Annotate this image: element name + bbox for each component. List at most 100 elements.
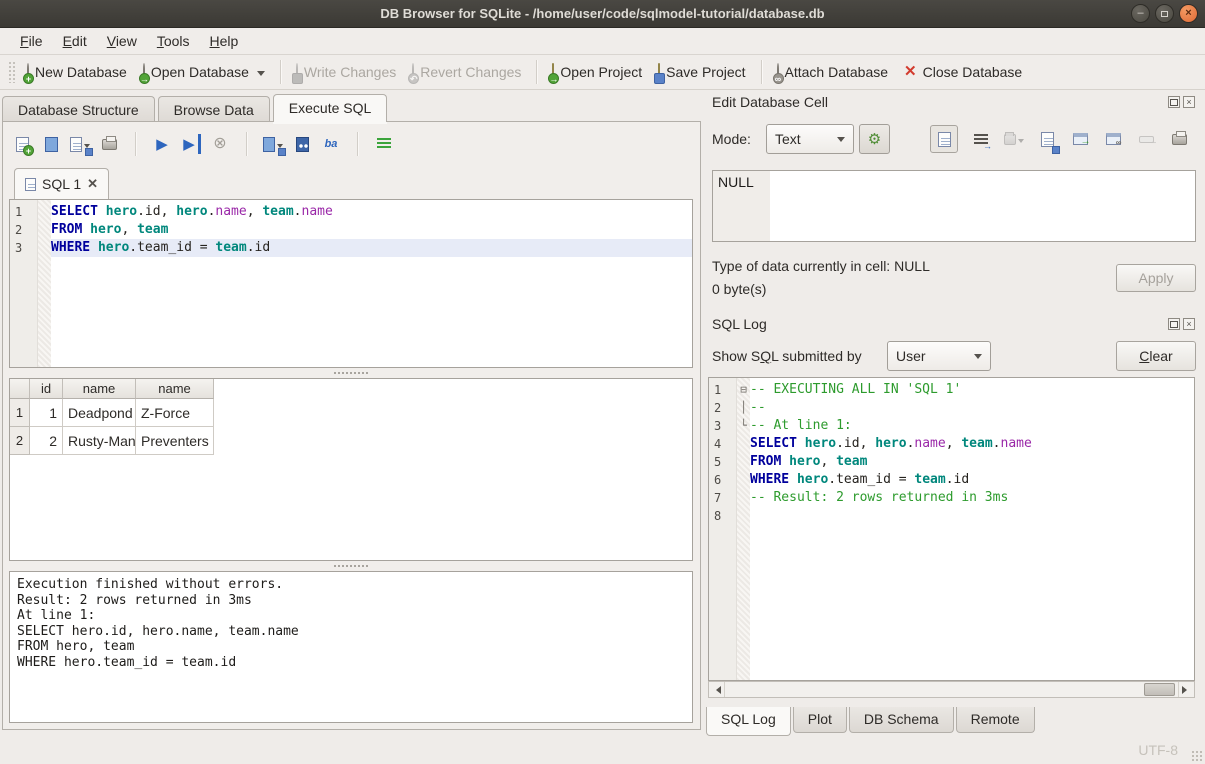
set-null-icon[interactable] [1136,126,1156,152]
copy-link-icon[interactable]: ∞ [1103,126,1123,152]
status-line: FROM hero, team [17,639,685,655]
execution-status-output[interactable]: Execution finished without errors. Resul… [9,571,693,723]
dock-float-icon[interactable] [1168,318,1180,330]
save-as-icon[interactable] [1037,126,1057,152]
sql-log-output[interactable]: 1⊟-- EXECUTING ALL IN 'SQL 1'2│--3└-- At… [708,377,1195,681]
print-icon[interactable] [99,134,119,154]
save-project-button[interactable]: Save Project [650,59,753,85]
code-line[interactable]: 1⊟-- EXECUTING ALL IN 'SQL 1' [709,381,1194,399]
tab-database-structure[interactable]: Database Structure [2,96,155,122]
sql-log-filter-label: Show SQL submitted by [712,348,862,364]
tab-plot[interactable]: Plot [793,707,847,733]
code-line[interactable]: 3WHERE hero.team_id = team.id [10,239,692,257]
scrollbar-thumb[interactable] [1144,683,1175,696]
sql-editor[interactable]: 1SELECT hero.id, hero.name, team.name2FR… [9,199,693,368]
code-line[interactable]: 6WHERE hero.team_id = team.id [709,471,1194,489]
titlebar[interactable]: DB Browser for SQLite - /home/user/code/… [0,0,1205,28]
code-line[interactable]: 7-- Result: 2 rows returned in 3ms [709,489,1194,507]
execute-all-icon[interactable]: ▶ [152,134,172,154]
minimize-button[interactable]: – [1131,4,1150,23]
menu-help[interactable]: Help [200,30,249,52]
code-line[interactable]: 5FROM hero, team [709,453,1194,471]
find-icon[interactable] [292,134,312,154]
save-sql-file-icon[interactable] [70,134,90,154]
close-database-button[interactable]: ✕ Close Database [896,59,1030,85]
menu-view[interactable]: View [97,30,147,52]
grid-cell[interactable]: 2 [30,427,63,455]
import-data-icon[interactable] [1004,126,1024,152]
mode-select[interactable]: Text [766,124,854,154]
scroll-right-arrow[interactable] [1178,682,1194,697]
code-line[interactable]: 8 [709,507,1194,525]
grid-cell[interactable]: 1 [30,399,63,427]
open-external-icon[interactable]: → [1070,126,1090,152]
new-database-button[interactable]: + New Database [19,59,135,85]
table-row[interactable]: 1 1 Deadpond Z-Force [10,399,692,427]
grid-column-header[interactable]: name [63,379,136,399]
word-wrap-icon[interactable] [971,126,991,152]
splitter-handle[interactable] [9,368,693,377]
write-changes-button[interactable]: Write Changes [288,59,404,85]
cell-value-editor[interactable]: NULL [712,170,1196,242]
text-mode-icon[interactable] [930,125,958,153]
dock-float-icon[interactable] [1168,96,1180,108]
sql-1-tab[interactable]: SQL 1 ✕ [14,168,109,199]
status-line: Execution finished without errors. [17,577,685,593]
grid-cell[interactable]: Deadpond [63,399,136,427]
cell-size-text: 0 byte(s) [712,281,766,297]
sql-log-filter-select[interactable]: User [887,341,991,371]
database-open-icon: → [143,64,145,80]
auto-mode-button[interactable]: ⚙ [859,124,890,154]
close-button[interactable]: × [1179,4,1198,23]
open-database-dropdown-icon[interactable] [257,71,265,80]
open-tab-icon[interactable]: + [12,134,32,154]
print-icon[interactable] [1169,126,1189,152]
splitter-handle[interactable] [9,561,693,570]
clear-button[interactable]: Clear [1116,341,1196,371]
scroll-left-arrow[interactable] [709,682,725,697]
horizontal-scrollbar[interactable] [708,681,1195,698]
apply-button[interactable]: Apply [1116,264,1196,292]
menu-tools[interactable]: Tools [147,30,200,52]
stop-icon[interactable]: ⊗ [210,134,230,154]
open-project-button[interactable]: → Open Project [544,59,650,85]
dock-close-icon[interactable]: × [1183,96,1195,108]
grid-corner[interactable] [10,379,30,399]
table-row[interactable]: 2 2 Rusty-Man Preventers [10,427,692,455]
execute-current-line-icon[interactable]: ▶ [181,134,201,154]
results-grid[interactable]: id name name 1 1 Deadpond Z-Force 2 2 Ru… [9,378,693,561]
grid-cell[interactable]: Rusty-Man [63,427,136,455]
open-database-button[interactable]: → Open Database [135,59,273,85]
find-replace-icon[interactable]: ba [321,134,341,154]
menu-edit[interactable]: Edit [53,30,97,52]
row-header[interactable]: 1 [10,399,30,427]
grid-cell[interactable]: Preventers [136,427,214,455]
revert-changes-button[interactable]: ↶ Revert Changes [404,59,529,85]
toolbar-separator [246,132,247,156]
toolbar-grip[interactable] [8,61,15,83]
open-sql-file-icon[interactable] [41,134,61,154]
row-header[interactable]: 2 [10,427,30,455]
tab-execute-sql[interactable]: Execute SQL [273,94,388,122]
grid-column-header[interactable]: name [136,379,214,399]
format-sql-icon[interactable] [374,134,394,154]
grid-column-header[interactable]: id [30,379,63,399]
maximize-button[interactable] [1155,4,1174,23]
dock-close-icon[interactable]: × [1183,318,1195,330]
tab-browse-data[interactable]: Browse Data [158,96,270,122]
code-line[interactable]: 4SELECT hero.id, hero.name, team.name [709,435,1194,453]
code-line[interactable]: 2FROM hero, team [10,221,692,239]
save-results-icon[interactable] [263,134,283,154]
close-tab-icon[interactable]: ✕ [87,176,98,192]
code-line[interactable]: 3└-- At line 1: [709,417,1194,435]
database-save-icon [296,64,298,80]
tab-sql-log[interactable]: SQL Log [706,707,791,736]
code-line[interactable]: 2│-- [709,399,1194,417]
tab-remote[interactable]: Remote [956,707,1035,733]
tab-db-schema[interactable]: DB Schema [849,707,954,733]
code-line[interactable]: 1SELECT hero.id, hero.name, team.name [10,203,692,221]
resize-grip[interactable] [1191,750,1202,761]
attach-database-button[interactable]: ∞ Attach Database [769,59,897,85]
grid-cell[interactable]: Z-Force [136,399,214,427]
menu-file[interactable]: File [10,30,53,52]
